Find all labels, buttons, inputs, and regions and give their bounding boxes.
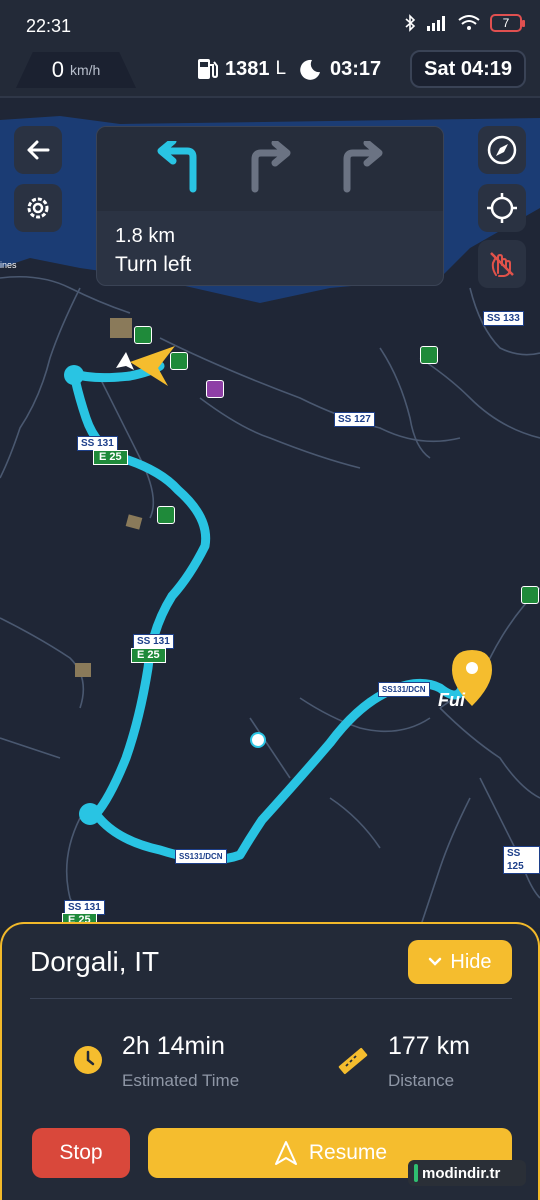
rest-timer: z 03:17 xyxy=(298,57,381,81)
lane-guidance xyxy=(97,127,443,211)
route-line xyxy=(69,369,467,864)
status-time: 22:31 xyxy=(26,16,72,36)
status-bar: 22:31 7 xyxy=(0,0,540,50)
fuel-station-icon[interactable] xyxy=(170,352,188,370)
ruler-icon xyxy=(338,1047,368,1075)
distance: 177 km Distance xyxy=(388,1032,470,1091)
speed-unit: km/h xyxy=(69,62,101,78)
company-logo[interactable]: Fui xyxy=(438,690,465,711)
map-building xyxy=(75,663,91,677)
bluetooth-icon xyxy=(405,14,416,32)
fuel-station-icon[interactable] xyxy=(134,326,152,344)
player-marker-icon xyxy=(116,352,134,370)
hide-button[interactable]: Hide xyxy=(408,940,512,984)
speed-value: 0 xyxy=(51,57,64,82)
garage-icon[interactable] xyxy=(206,380,224,398)
destination-name: Dorgali, IT xyxy=(30,946,160,977)
parking-icon[interactable] xyxy=(250,732,266,748)
fuel-value: 1381 xyxy=(225,57,270,80)
chevron-down-icon xyxy=(429,957,442,966)
hide-label: Hide xyxy=(450,950,492,973)
fuel-station-icon[interactable] xyxy=(157,506,175,524)
turn-right-arrow-icon xyxy=(251,141,291,193)
settings-button[interactable] xyxy=(14,184,62,232)
euro-route-label: E 25 xyxy=(131,648,166,663)
gesture-button[interactable] xyxy=(478,240,526,288)
sheet-divider xyxy=(30,998,512,999)
estimated-time-label: Estimated Time xyxy=(122,1071,240,1090)
signal-icon xyxy=(427,16,445,31)
navigation-arrow-icon xyxy=(274,1141,297,1165)
locate-button[interactable] xyxy=(478,184,526,232)
compass-button[interactable] xyxy=(478,126,526,174)
info-bar: 0 km/h 1381 L z 03:17 Sat 04:19 xyxy=(0,48,540,98)
hand-gesture-icon xyxy=(490,252,514,277)
game-clock: Sat 04:19 xyxy=(410,50,526,88)
map-building xyxy=(110,318,132,338)
speedometer: 0 km/h xyxy=(16,52,136,88)
fuel-station-icon[interactable] xyxy=(521,586,539,604)
stop-label: Stop xyxy=(59,1141,103,1164)
road-label: SS 131 xyxy=(133,634,174,649)
estimated-time: 2h 14min Estimated Time xyxy=(122,1032,239,1091)
fuel-indicator: 1381 L xyxy=(195,57,286,81)
turn-left-arrow-icon xyxy=(157,141,197,193)
wifi-icon xyxy=(458,15,480,30)
fuel-pump-icon xyxy=(198,59,218,79)
route-node xyxy=(79,803,101,825)
road-label: SS 127 xyxy=(334,412,375,427)
crosshair-icon xyxy=(487,193,517,223)
turn-right-arrow-icon xyxy=(343,141,383,193)
distance-label: Distance xyxy=(388,1071,455,1090)
fuel-station-icon[interactable] xyxy=(420,346,438,364)
compass-icon xyxy=(487,135,517,165)
trip-summary-sheet: Dorgali, IT Hide 2h 14min Estimated Time… xyxy=(0,922,540,1200)
watermark-mark xyxy=(414,1164,418,1182)
estimated-time-value: 2h 14min xyxy=(122,1032,225,1060)
arrow-left-icon xyxy=(27,140,50,160)
watermark-text: modindir.tr xyxy=(422,1164,501,1182)
back-button[interactable] xyxy=(14,126,62,174)
player-truck-icon xyxy=(130,346,175,386)
resume-label: Resume xyxy=(308,1141,388,1164)
road-label: SS131/DCN xyxy=(378,682,430,697)
euro-route-label: E 25 xyxy=(93,450,128,465)
map-building xyxy=(125,514,143,530)
stop-button[interactable]: Stop xyxy=(32,1128,130,1178)
clock-icon xyxy=(74,1046,102,1074)
gear-icon xyxy=(27,197,49,219)
moon-sleep-icon: z xyxy=(300,59,320,80)
battery-icon: 7 xyxy=(490,14,525,32)
svg-text:z: z xyxy=(313,62,317,70)
status-icons: 7 xyxy=(404,14,525,32)
road-label: SS 125 xyxy=(503,846,540,874)
distance-value: 177 km xyxy=(388,1032,470,1060)
turn-distance: 1.8 km xyxy=(115,225,176,247)
road-label: SS 133 xyxy=(483,311,524,326)
rest-time: 03:17 xyxy=(330,57,382,80)
route-node xyxy=(64,365,84,385)
road-label: SS 131 xyxy=(77,436,118,451)
watermark-badge: modindir.tr xyxy=(408,1160,526,1186)
turn-instruction: Turn left xyxy=(115,253,192,276)
turn-instruction-panel: 1.8 km Turn left xyxy=(96,126,444,286)
road-label: SS131/DCN xyxy=(175,849,227,864)
place-label: ines xyxy=(0,260,17,270)
fuel-unit: L xyxy=(275,58,287,79)
